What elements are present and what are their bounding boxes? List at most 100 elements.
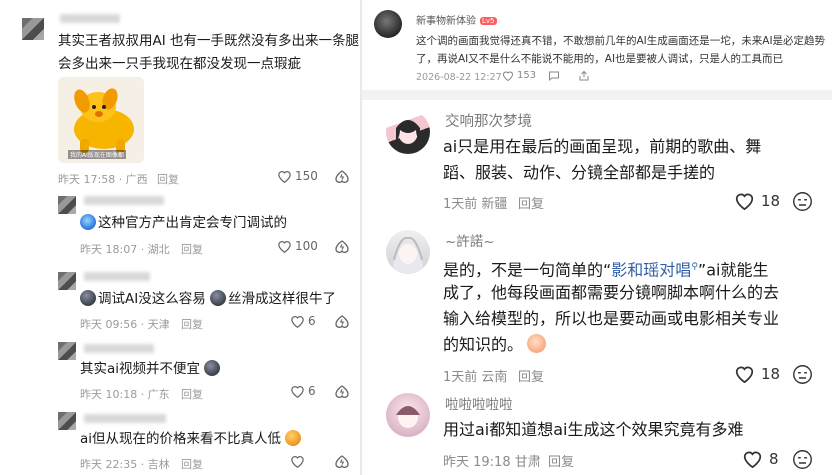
heart-icon [735, 366, 754, 383]
comment-text: ai只是用在最后的画面呈现，前期的歌曲、舞 [443, 137, 762, 156]
heart-icon [502, 71, 514, 81]
comment-text: 蹈、服装、动作、分镜全部都是手搓的 [443, 163, 716, 182]
search-icon[interactable]: ⚲ [691, 262, 698, 272]
emoji-icon [285, 430, 302, 446]
comment-time: 昨天 19:18 甘肃 [443, 455, 541, 470]
reply-button[interactable]: 回复 [548, 451, 574, 470]
like-button[interactable]: 6 [290, 314, 316, 328]
comment-icon[interactable] [548, 70, 560, 82]
right-comment-panel: 新事物新体验 Lv5 这个调的画面我觉得还真不错，不敢想前几年的AI生成画面还是一… [362, 0, 832, 475]
username-blurred [84, 272, 150, 281]
comment-time: 2026-08-22 12:27 [416, 72, 502, 83]
reply-button[interactable]: 回复 [518, 366, 544, 385]
avatar[interactable] [58, 342, 76, 360]
dislike-icon[interactable] [334, 314, 350, 330]
section-separator [362, 90, 832, 100]
emoji-icon [80, 214, 96, 230]
comment-time: 昨天 18:07 · 湖北 [80, 243, 170, 256]
like-button[interactable]: 6 [290, 384, 316, 398]
heart-icon [291, 386, 304, 398]
emoji-icon [527, 334, 547, 353]
comment-text: 用过ai都知道想ai生成这个效果究竟有多难 [443, 420, 744, 439]
like-button[interactable]: 18 [734, 364, 780, 383]
reply-button[interactable]: 回复 [181, 386, 203, 402]
reply-text: 这种官方产出肯定会专门调试的 [80, 212, 287, 235]
heart-icon [735, 193, 754, 210]
left-comment-panel: 其实王者叔叔用AI 也有一手既然没有多出来一条腿 会多出来一只手我现在都没发现一… [0, 0, 360, 475]
like-count: 6 [308, 314, 316, 328]
reply-text: ai但从现在的价格来看不比真人低 [80, 428, 303, 451]
reply-text: 调试AI没这么容易 丝滑成这样很牛了 [80, 288, 336, 311]
heart-icon [291, 316, 304, 328]
avatar[interactable] [58, 196, 76, 214]
heart-icon [278, 241, 291, 253]
avatar[interactable] [386, 110, 430, 154]
like-count: 100 [295, 239, 318, 253]
avatar[interactable] [374, 10, 402, 38]
like-button[interactable] [290, 454, 305, 468]
like-count: 6 [308, 384, 316, 398]
emoji-icon [80, 290, 96, 306]
username-blurred [84, 344, 154, 353]
like-button[interactable]: 150 [277, 169, 318, 183]
comment-text: 输入给模型的，所以也是要动画或电影相关专业 [443, 309, 780, 328]
image-caption: 我的AI版现在图像都 [68, 150, 126, 159]
username[interactable]: ~許諾~ [445, 230, 495, 250]
username-blurred [60, 14, 120, 23]
like-button[interactable]: 153 [502, 70, 536, 81]
username[interactable]: 啦啦啦啦啦 [445, 393, 513, 413]
like-button[interactable]: 18 [734, 191, 780, 210]
avatar[interactable] [386, 230, 430, 274]
username-blurred [84, 196, 164, 205]
comment-image[interactable]: 我的AI版现在图像都 [58, 77, 144, 163]
avatar[interactable] [58, 272, 76, 290]
reply-button[interactable]: 回复 [181, 241, 203, 257]
comment-text: 会多出来一只手我现在都没发现一点瑕疵 [58, 56, 301, 72]
comment-text: 这个调的画面我觉得还真不错，不敢想前几年的AI生成画面还是一坨，未来AI是必定趋… [416, 35, 826, 47]
like-button[interactable]: 100 [277, 239, 318, 253]
like-count: 18 [761, 364, 781, 383]
heart-icon [743, 451, 762, 468]
heart-icon [278, 171, 291, 183]
comment-text: 其实王者叔叔用AI 也有一手既然没有多出来一条腿 [58, 33, 360, 49]
emoji-icon [210, 290, 227, 306]
comment-time: 昨天 10:18 · 广东 [80, 388, 170, 401]
like-count: 153 [517, 70, 537, 81]
reply-text: 其实ai视频并不便宜 [80, 358, 222, 381]
username[interactable]: 交响那次梦境 [445, 110, 532, 131]
reply-button[interactable]: 回复 [181, 316, 203, 332]
comment-text: 了，再说AI又不是什么不能说不能用的，AI也是要被人调试，只是人的工具而已 [416, 53, 784, 65]
like-count: 8 [769, 449, 779, 468]
avatar[interactable] [386, 393, 430, 437]
reply-button[interactable]: 回复 [518, 193, 544, 212]
hashtag-link[interactable]: 影和瑶对唱 [611, 260, 691, 279]
heart-icon [291, 456, 304, 468]
level-badge: Lv5 [480, 17, 497, 25]
share-icon[interactable] [578, 70, 590, 82]
like-button[interactable]: 8 [742, 449, 779, 468]
comment-text: 成了，他每段画面都需要分镜啊脚本啊什么的去 [443, 283, 780, 302]
like-count: 150 [295, 169, 318, 183]
comment-time: 1天前 云南 [443, 370, 508, 385]
emoji-icon [204, 360, 221, 376]
dislike-face-icon[interactable] [792, 364, 813, 385]
comment-time: 昨天 09:56 · 天津 [80, 318, 170, 331]
comment-time: 昨天 17:58 · 广西 [58, 173, 148, 186]
dislike-icon[interactable] [334, 384, 350, 400]
reply-button[interactable]: 回复 [181, 456, 203, 472]
reply-button[interactable]: 回复 [157, 171, 179, 187]
like-count: 18 [761, 191, 781, 210]
comment-text: 的知识的。 [443, 332, 548, 358]
comment-time: 昨天 22:35 · 吉林 [80, 458, 170, 471]
dislike-face-icon[interactable] [792, 191, 813, 212]
username-blurred [84, 414, 166, 423]
comment-time: 1天前 新疆 [443, 197, 508, 212]
dislike-icon[interactable] [334, 169, 350, 185]
dislike-face-icon[interactable] [792, 449, 813, 470]
dislike-icon[interactable] [334, 239, 350, 255]
username[interactable]: 新事物新体验 Lv5 [416, 12, 497, 27]
avatar[interactable] [58, 412, 76, 430]
dislike-icon[interactable] [334, 454, 350, 470]
comment-text: 是的，不是一句简单的“影和瑶对唱⚲”ai就能生 [443, 260, 769, 280]
avatar[interactable] [22, 18, 44, 40]
